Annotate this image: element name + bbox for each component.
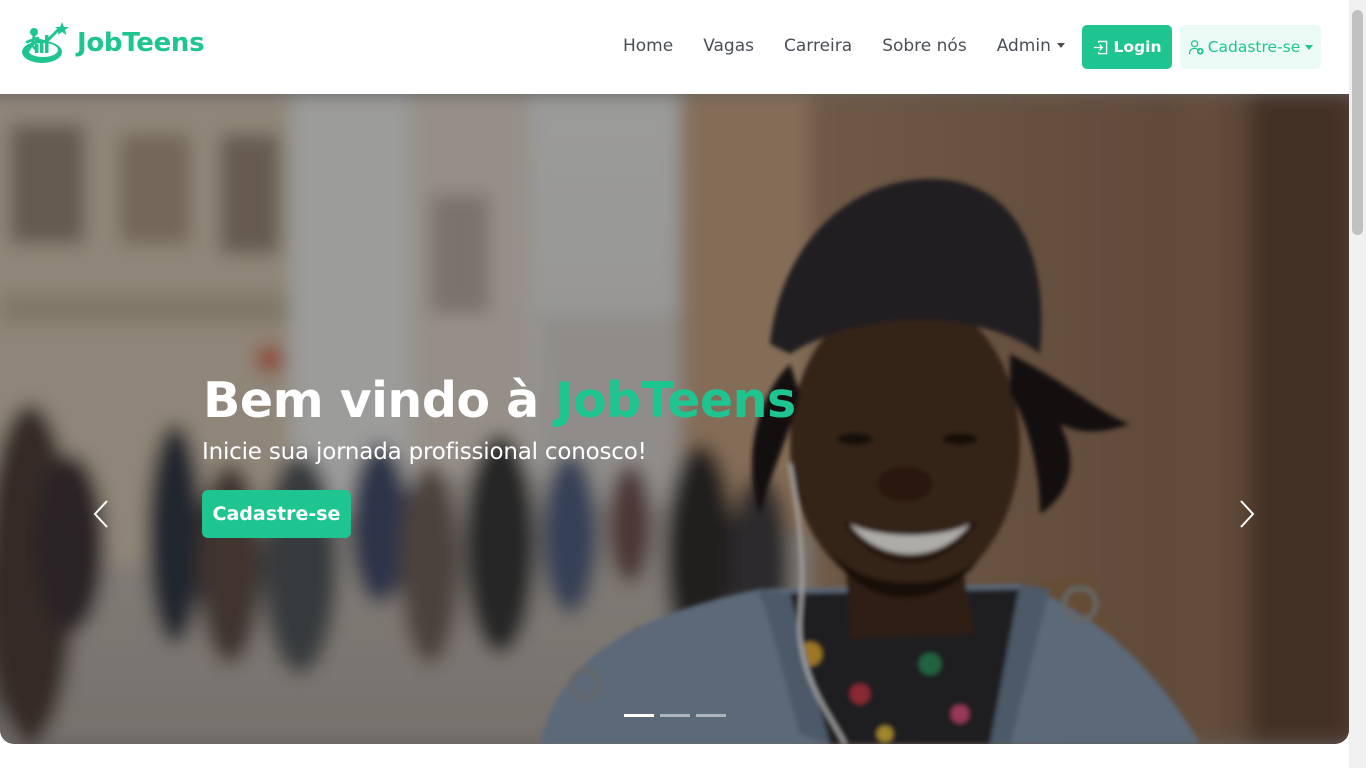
user-add-icon: [1188, 39, 1204, 55]
nav-admin-dropdown[interactable]: Admin: [997, 32, 1065, 60]
hero-subtitle: Inicie sua jornada profissional conosco!: [202, 439, 647, 465]
login-button[interactable]: Login: [1082, 25, 1172, 69]
hero-title-accent: JobTeens: [555, 372, 796, 429]
carousel-prev-button[interactable]: [86, 494, 116, 534]
nav-home[interactable]: Home: [623, 32, 673, 60]
chevron-right-icon: [1240, 500, 1255, 528]
nav-sobre-nos[interactable]: Sobre nós: [882, 32, 967, 60]
carousel-next-button[interactable]: [1232, 494, 1262, 534]
carousel-indicator-3[interactable]: [696, 714, 726, 717]
register-dropdown-button[interactable]: Cadastre-se: [1180, 25, 1321, 69]
carousel-indicator-1[interactable]: [624, 714, 654, 717]
register-label: Cadastre-se: [1207, 38, 1301, 56]
chevron-left-icon: [93, 500, 108, 528]
nav-vagas[interactable]: Vagas: [703, 32, 754, 60]
brand-link[interactable]: JobTeens: [20, 19, 205, 67]
jobteens-logo-icon: [22, 22, 69, 63]
main-nav: Home Vagas Carreira Sobre nós Admin: [623, 32, 1095, 60]
caret-down-icon: [1305, 44, 1314, 50]
hero-title-prefix: Bem vindo à: [203, 372, 539, 429]
brand-name: JobTeens: [77, 28, 205, 58]
hero-title: Bem vindo à JobTeens: [203, 372, 796, 429]
carousel-indicators: [624, 714, 732, 717]
page-scrollbar[interactable]: [1349, 0, 1366, 768]
login-label: Login: [1113, 38, 1162, 56]
hero-register-button[interactable]: Cadastre-se: [202, 490, 351, 538]
carousel-indicator-2[interactable]: [660, 714, 690, 717]
nav-carreira[interactable]: Carreira: [784, 32, 852, 60]
scrollbar-thumb[interactable]: [1352, 10, 1363, 235]
login-icon: [1093, 40, 1107, 54]
navbar: JobTeens Home Vagas Carreira Sobre nós A…: [0, 0, 1349, 94]
